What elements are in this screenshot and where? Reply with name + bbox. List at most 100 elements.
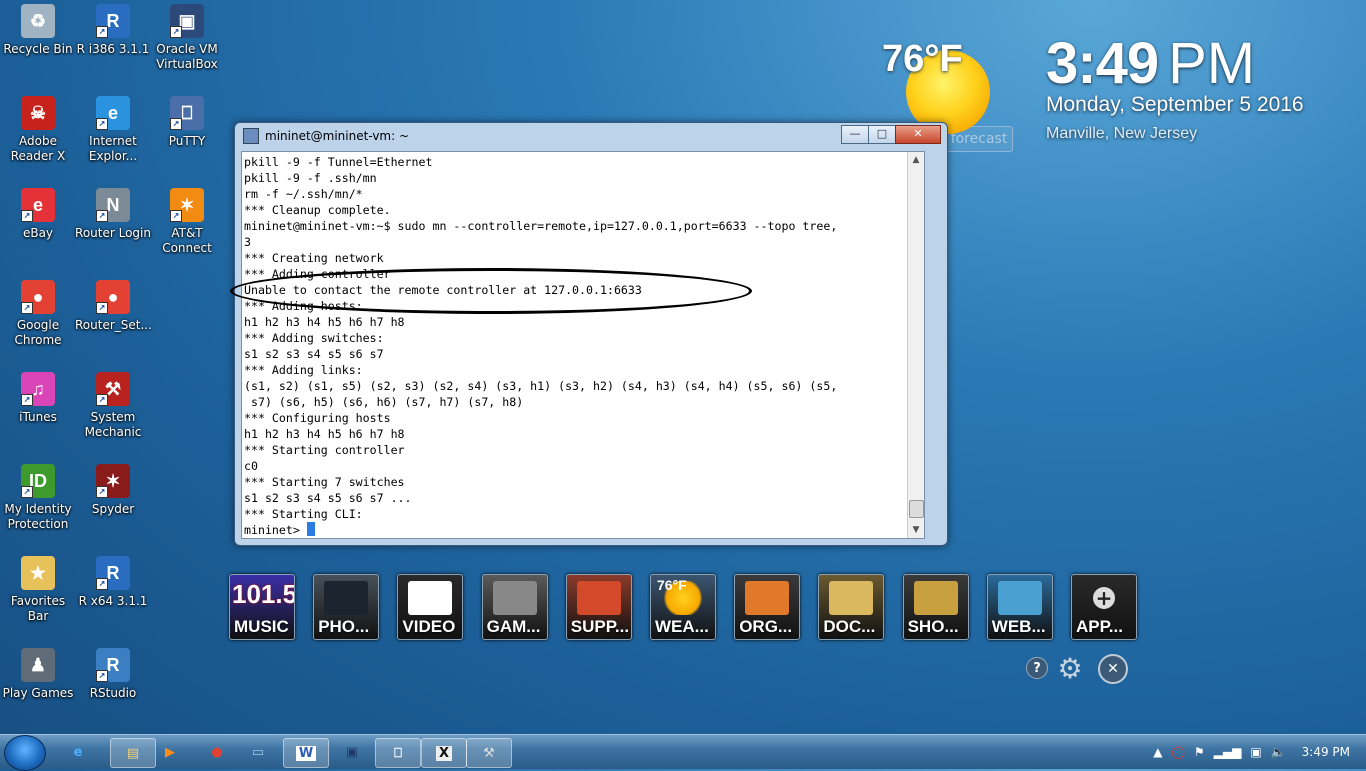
terminal-text: pkill -9 -f Tunnel=Ethernet pkill -9 -f … — [244, 155, 838, 537]
desktop-icon[interactable]: R ↗ R x64 3.1.1 — [75, 556, 151, 609]
scroll-thumb[interactable] — [909, 500, 924, 518]
desktop-icon[interactable]: ▣ ↗ Oracle VM VirtualBox — [149, 4, 225, 72]
start-button[interactable] — [4, 735, 46, 771]
action-center-flag-icon[interactable]: ⚑ — [1194, 745, 1205, 759]
taskbar-putty-button[interactable]: ⎕ — [375, 738, 421, 768]
tile-art-text: 101.5 — [232, 579, 295, 609]
mcafee-icon[interactable]: ◯ — [1171, 745, 1184, 759]
shortcut-arrow-icon: ↗ — [170, 26, 182, 38]
tile-label: APP... — [1076, 617, 1123, 636]
identity-protection-icon: ID ↗ — [21, 464, 55, 498]
taskbar-clock[interactable]: 3:49 PM — [1302, 745, 1350, 759]
desktop-icon-label: AT&T Connect — [162, 226, 212, 255]
tile-supp[interactable]: SUPP... — [565, 574, 632, 640]
network-icon[interactable]: ▣ — [1250, 745, 1261, 759]
clock-time: 3:49 — [1046, 31, 1159, 96]
desktop-icon[interactable]: ☠ Adobe Reader X — [0, 96, 76, 164]
shortcut-arrow-icon: ↗ — [21, 302, 33, 314]
clock-date: Monday, September 5 2016 — [1046, 93, 1304, 116]
taskbar-word-button[interactable]: W — [283, 738, 329, 768]
desktop-icon[interactable]: N ↗ Router Login — [75, 188, 151, 241]
desktop-icon[interactable]: ♫ ↗ iTunes — [0, 372, 76, 425]
desktop-icon-label: System Mechanic — [84, 410, 142, 439]
volume-icon[interactable]: 🔈 — [1271, 745, 1286, 759]
putty-icon: ⎕ ↗ — [170, 96, 204, 130]
taskbar-system-mechanic-button[interactable]: ⚒ — [466, 738, 512, 768]
tile-doc[interactable]: DOC... — [818, 574, 885, 640]
tile-art — [408, 581, 453, 615]
taskbar-virtualbox-button[interactable]: ▣ — [330, 738, 374, 766]
remote-desktop-icon: ▭ — [251, 744, 265, 760]
scroll-up-icon[interactable]: ▲ — [908, 152, 924, 168]
desktop-icon[interactable]: R ↗ R i386 3.1.1 — [75, 4, 151, 57]
tile-pho[interactable]: PHO... — [313, 574, 380, 640]
taskbar-internet-explorer-button[interactable]: e — [56, 738, 100, 766]
itunes-icon: ♫ ↗ — [21, 372, 55, 406]
shortcut-arrow-icon: ↗ — [21, 394, 33, 406]
shortcut-arrow-icon: ↗ — [96, 670, 108, 682]
putty-icon: ⎕ — [394, 745, 402, 761]
desktop-icon[interactable]: ♻ Recycle Bin — [0, 4, 76, 57]
tile-art — [576, 581, 621, 615]
tile-art — [997, 581, 1042, 615]
minimize-button[interactable]: — — [841, 125, 869, 144]
text-cursor — [306, 522, 315, 536]
virtualbox-icon: ▣ — [345, 744, 359, 760]
desktop-icon[interactable]: ♟ Play Games — [0, 648, 76, 701]
shortcut-arrow-icon: ↗ — [96, 118, 108, 130]
tile-org[interactable]: ORG... — [734, 574, 801, 640]
r-icon: R ↗ — [96, 556, 130, 590]
desktop-icon[interactable]: ✶ ↗ AT&T Connect — [149, 188, 225, 256]
tile-video[interactable]: VIDEO — [397, 574, 464, 640]
tile-label: MUSIC — [234, 617, 289, 636]
taskbar-chrome-button[interactable]: ● — [195, 738, 239, 766]
tile-wea[interactable]: 76°F WEA... — [650, 574, 716, 640]
help-icon[interactable]: ? — [1026, 657, 1048, 679]
tile-label: ORG... — [739, 617, 793, 636]
chrome-icon: ● ↗ — [21, 280, 55, 314]
terminal-prompt: mininet> — [244, 523, 307, 537]
terminal-window[interactable]: mininet@mininet-vm: ~ — □ ✕ pkill -9 -f … — [234, 122, 948, 546]
desktop-icon[interactable]: ⎕ ↗ PuTTY — [149, 96, 225, 149]
desktop-icon-label: PuTTY — [168, 134, 206, 148]
terminal-output[interactable]: pkill -9 -f Tunnel=Ethernet pkill -9 -f … — [241, 151, 925, 539]
tile-music[interactable]: 101.5 MUSIC — [229, 574, 295, 640]
desktop-icon[interactable]: ⚒ ↗ System Mechanic — [75, 372, 151, 440]
desktop-icon[interactable]: ● ↗ Router_Set... — [75, 280, 152, 333]
signal-icon[interactable]: ▂▄▆ — [1214, 745, 1242, 759]
router-icon: N ↗ — [96, 188, 130, 222]
desktop-icon-label: Recycle Bin — [3, 42, 73, 56]
tile-web[interactable]: WEB... — [986, 574, 1053, 640]
rstudio-icon: R ↗ — [96, 648, 130, 682]
scroll-down-icon[interactable]: ▼ — [908, 522, 924, 538]
gear-icon[interactable]: ⚙ — [1056, 652, 1084, 685]
tile-gam[interactable]: GAM... — [481, 574, 548, 640]
taskbar: e ▤ ▶ ● ▭ W ▣ ⎕ X ⚒ ▲ ◯ ⚑ ▂▄▆ ▣ 🔈 3:49 PM — [0, 734, 1366, 771]
taskbar-remote-desktop-button[interactable]: ▭ — [236, 738, 280, 766]
desktop-icon[interactable]: R ↗ RStudio — [75, 648, 151, 701]
clock-widget: 3:49 PM Monday, September 5 2016 Manville… — [1046, 30, 1304, 143]
taskbar-xming-button[interactable]: X — [421, 738, 467, 768]
desktop-icon[interactable]: ✶ ↗ Spyder — [75, 464, 151, 517]
ebay-icon: e ↗ — [21, 188, 55, 222]
tile-sho[interactable]: SHO... — [902, 574, 969, 640]
close-button[interactable]: ✕ — [895, 125, 941, 144]
system-mechanic-icon: ⚒ ↗ — [96, 372, 130, 406]
desktop-icon-label: Router Login — [75, 226, 151, 240]
close-dock-icon[interactable]: ✕ — [1098, 654, 1128, 684]
desktop-icon[interactable]: ID ↗ My Identity Protection — [0, 464, 76, 532]
show-hidden-icons[interactable]: ▲ — [1153, 745, 1162, 759]
media-player-icon: ▶ — [165, 744, 175, 760]
shortcut-arrow-icon: ↗ — [96, 394, 108, 406]
tile-app[interactable]: + APP... — [1071, 574, 1137, 640]
desktop-icon[interactable]: ★ Favorites Bar — [0, 556, 76, 624]
virtualbox-icon: ▣ ↗ — [170, 4, 204, 38]
taskbar-media-player-button[interactable]: ▶ — [148, 738, 192, 766]
desktop-icon[interactable]: e ↗ eBay — [0, 188, 76, 241]
maximize-button[interactable]: □ — [868, 125, 896, 144]
desktop-icon[interactable]: e ↗ Internet Explor... — [75, 96, 151, 164]
desktop-icon[interactable]: ● ↗ Google Chrome — [0, 280, 76, 348]
desktop-icon-label: Internet Explor... — [88, 134, 138, 163]
desktop-icon-label: Favorites Bar — [10, 594, 66, 623]
vertical-scrollbar[interactable]: ▲ ▼ — [907, 152, 924, 538]
